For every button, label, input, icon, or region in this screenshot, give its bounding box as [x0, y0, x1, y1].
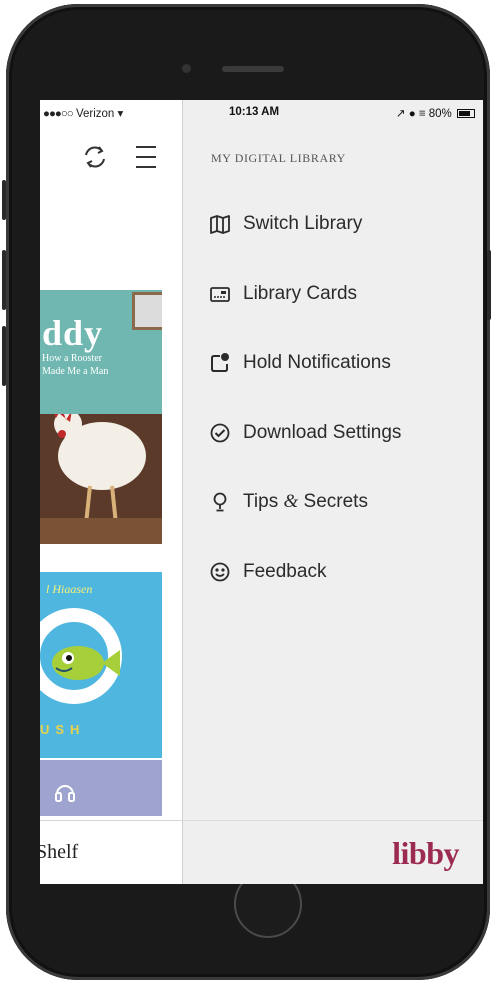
screen: ●●●○○ Verizon ▾ ddy How a Rooster Made M…	[40, 100, 483, 884]
mute-switch	[2, 180, 6, 220]
menu-item-tips-secrets[interactable]: Tips & Secrets	[209, 486, 368, 518]
menu-item-label: Download Settings	[243, 422, 402, 443]
signal-icon: ●●●○○	[43, 108, 74, 120]
wifi-icon: ▾	[117, 108, 124, 120]
fish-illustration	[52, 646, 120, 680]
menu-item-switch-library[interactable]: Switch Library	[209, 208, 362, 240]
alarm-icon: ●	[408, 108, 416, 120]
power-button	[487, 250, 491, 320]
menu-item-label: Library Cards	[243, 283, 358, 304]
menu-icon[interactable]	[136, 146, 156, 168]
map-icon	[209, 213, 231, 235]
menu-item-label: Switch Library	[243, 213, 363, 234]
audiobook-cover[interactable]	[40, 760, 162, 816]
navigation-drawer: 10:13 AM ↗ ● ≡ 80% MY DIGITAL LIBRARY Sw…	[183, 100, 483, 884]
menu-item-label: Tips & Secrets	[243, 491, 368, 512]
book-cover-squirm[interactable]: l Hiaasen USH	[40, 572, 162, 758]
bluetooth-icon: ≡	[418, 108, 426, 120]
drawer-footer: libby	[183, 820, 483, 884]
status-time: 10:13 AM	[229, 106, 280, 118]
bottom-nav: Shelf	[40, 820, 182, 884]
status-bar-left: ●●●○○ Verizon ▾	[43, 106, 123, 120]
location-icon: ↗	[395, 108, 406, 120]
shelf-panel: ●●●○○ Verizon ▾ ddy How a Rooster Made M…	[40, 100, 183, 884]
battery-percent: 80%	[428, 108, 452, 120]
smiley-icon	[209, 561, 231, 583]
toolbar	[80, 142, 160, 172]
notification-icon	[209, 352, 231, 374]
sync-icon[interactable]	[85, 146, 105, 168]
cover-photo	[132, 292, 162, 330]
front-camera	[182, 64, 191, 73]
drawer-heading: MY DIGITAL LIBRARY	[211, 151, 346, 165]
earpiece-speaker	[222, 66, 284, 72]
menu-item-library-cards[interactable]: Library Cards	[209, 278, 357, 310]
menu-item-label: Hold Notifications	[243, 352, 391, 373]
book-title: ddy	[42, 313, 104, 353]
menu-item-download-settings[interactable]: Download Settings	[209, 417, 401, 449]
book-cover-rooster[interactable]: ddy How a Rooster Made Me a Man	[40, 290, 162, 544]
menu-item-label: Feedback	[243, 561, 327, 582]
lightbulb-icon	[209, 491, 231, 513]
headphones-icon	[55, 785, 75, 802]
status-system-icons: ↗ ● ≡ 80%	[396, 106, 475, 120]
card-icon	[209, 283, 231, 305]
book-title: USH	[40, 722, 86, 737]
rooster-illustration	[40, 406, 162, 544]
book-author: l Hiaasen	[46, 582, 93, 596]
download-check-icon	[209, 422, 231, 444]
carrier-label: Verizon	[75, 108, 115, 120]
shelf-tab[interactable]: Shelf	[40, 841, 78, 864]
book-subtitle: How a Rooster Made Me a Man	[42, 353, 109, 377]
menu-item-feedback[interactable]: Feedback	[209, 556, 326, 588]
volume-down-button	[2, 326, 6, 386]
libby-logo: libby	[392, 835, 459, 871]
battery-icon	[457, 109, 475, 119]
volume-up-button	[2, 250, 6, 310]
menu-item-hold-notifications[interactable]: Hold Notifications	[209, 347, 391, 379]
